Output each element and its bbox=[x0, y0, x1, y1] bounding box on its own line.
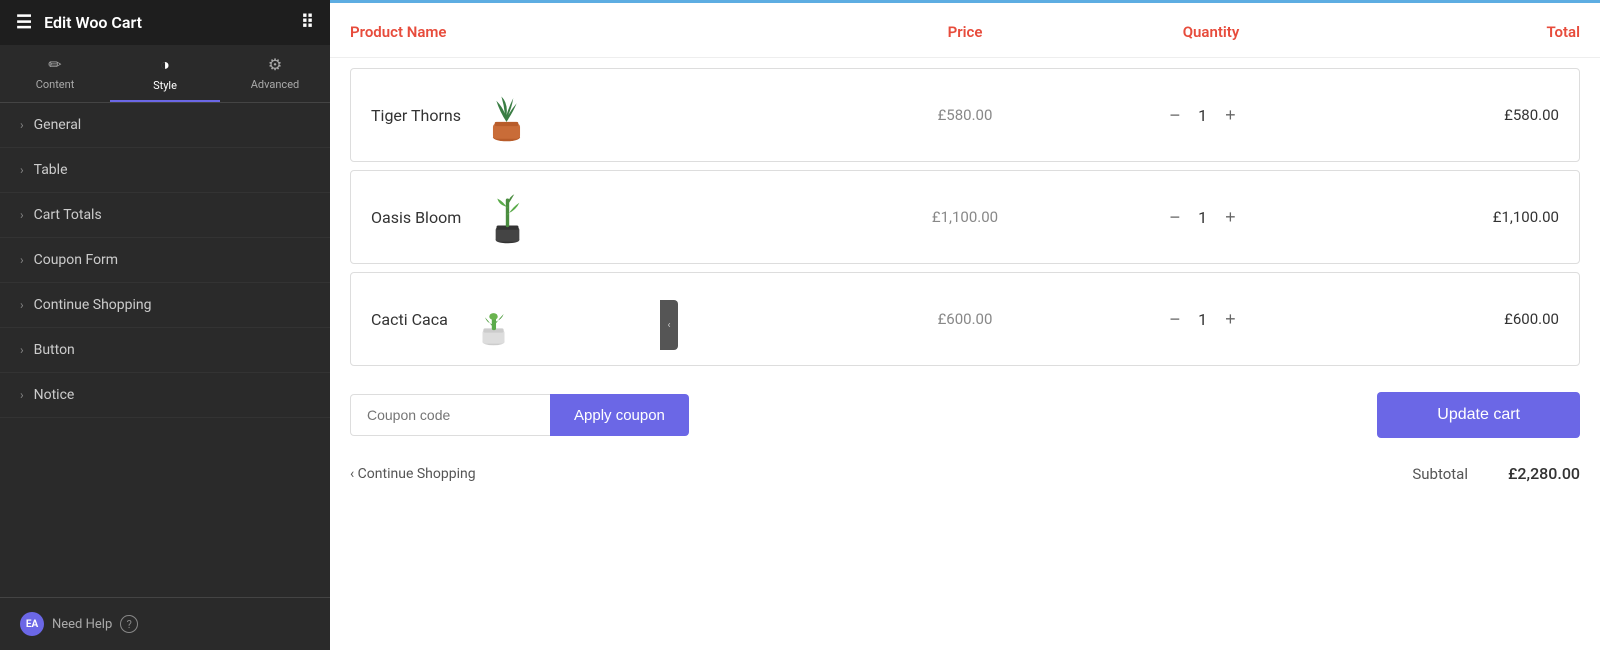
product-cell-3: Cacti Caca bbox=[371, 289, 846, 349]
sidebar-item-cart-totals[interactable]: › Cart Totals bbox=[0, 193, 330, 238]
subtotal-section: Subtotal £2,280.00 bbox=[1412, 464, 1580, 483]
sidebar-nav: › General › Table › Cart Totals › Coupon… bbox=[0, 103, 330, 597]
collapse-handle[interactable]: ‹ bbox=[660, 300, 678, 350]
col-header-total: Total bbox=[1334, 23, 1580, 41]
product-cell-2: Oasis Bloom bbox=[371, 187, 846, 247]
subtotal-value: £2,280.00 bbox=[1508, 464, 1580, 483]
hamburger-icon[interactable]: ☰ bbox=[16, 12, 32, 33]
sidebar: ☰ Edit Woo Cart ⠿ ✏ Content ◑ Style ⚙ Ad… bbox=[0, 0, 330, 650]
tab-advanced[interactable]: ⚙ Advanced bbox=[220, 45, 330, 102]
sidebar-item-coupon-form[interactable]: › Coupon Form bbox=[0, 238, 330, 283]
qty-value-2: 1 bbox=[1198, 208, 1207, 227]
qty-decrease-2[interactable]: − bbox=[1166, 206, 1185, 228]
cart-actions: Apply coupon Update cart bbox=[330, 376, 1600, 454]
total-cell-1: £580.00 bbox=[1321, 106, 1559, 124]
style-icon: ◑ bbox=[160, 55, 170, 75]
col-header-product-name: Product Name bbox=[350, 23, 842, 41]
grid-icon[interactable]: ⠿ bbox=[301, 12, 314, 33]
help-icon: ? bbox=[120, 615, 138, 633]
continue-shopping-link[interactable]: ‹ Continue Shopping bbox=[350, 466, 476, 482]
coupon-input[interactable] bbox=[350, 394, 550, 436]
col-header-quantity: Quantity bbox=[1088, 23, 1334, 41]
qty-increase-2[interactable]: + bbox=[1221, 206, 1240, 228]
tab-content[interactable]: ✏ Content bbox=[0, 45, 110, 102]
sidebar-item-general[interactable]: › General bbox=[0, 103, 330, 148]
qty-increase-1[interactable]: + bbox=[1221, 104, 1240, 126]
apply-coupon-button[interactable]: Apply coupon bbox=[550, 394, 689, 436]
price-cell-3: £600.00 bbox=[846, 310, 1084, 328]
chevron-right-icon: › bbox=[20, 118, 24, 132]
chevron-right-icon: › bbox=[20, 253, 24, 267]
qty-decrease-3[interactable]: − bbox=[1166, 308, 1185, 330]
chevron-right-icon: › bbox=[20, 343, 24, 357]
qty-cell-3: − 1 + bbox=[1084, 308, 1322, 330]
qty-decrease-1[interactable]: − bbox=[1166, 104, 1185, 126]
sidebar-footer[interactable]: EA Need Help ? bbox=[0, 597, 330, 650]
sidebar-item-notice[interactable]: › Notice bbox=[0, 373, 330, 418]
cart-rows: Tiger Thorns £580.00 − 1 + bbox=[330, 58, 1600, 376]
ea-badge: EA bbox=[20, 612, 44, 636]
table-row: Cacti Caca £600.00 bbox=[350, 272, 1580, 366]
price-cell-2: £1,100.00 bbox=[846, 208, 1084, 226]
chevron-right-icon: › bbox=[20, 388, 24, 402]
qty-value-1: 1 bbox=[1198, 106, 1207, 125]
advanced-icon: ⚙ bbox=[268, 55, 282, 74]
qty-increase-3[interactable]: + bbox=[1221, 308, 1240, 330]
price-cell-1: £580.00 bbox=[846, 106, 1084, 124]
product-name-2: Oasis Bloom bbox=[371, 208, 461, 227]
coupon-section: Apply coupon bbox=[350, 394, 689, 436]
product-image-2 bbox=[477, 187, 537, 247]
sidebar-item-button[interactable]: › Button bbox=[0, 328, 330, 373]
qty-cell-2: − 1 + bbox=[1084, 206, 1322, 228]
main-content: Product Name Price Quantity Total Tiger … bbox=[330, 0, 1600, 650]
tab-style[interactable]: ◑ Style bbox=[110, 45, 220, 102]
update-cart-button[interactable]: Update cart bbox=[1377, 392, 1580, 438]
content-icon: ✏ bbox=[48, 55, 61, 74]
qty-value-3: 1 bbox=[1198, 310, 1207, 329]
sidebar-item-continue-shopping[interactable]: › Continue Shopping bbox=[0, 283, 330, 328]
sidebar-header: ☰ Edit Woo Cart ⠿ bbox=[0, 0, 330, 45]
product-name-3: Cacti Caca bbox=[371, 310, 448, 329]
sidebar-tabs: ✏ Content ◑ Style ⚙ Advanced bbox=[0, 45, 330, 103]
subtotal-label: Subtotal bbox=[1412, 465, 1468, 483]
chevron-right-icon: › bbox=[20, 208, 24, 222]
product-cell-1: Tiger Thorns bbox=[371, 85, 846, 145]
product-image-3 bbox=[464, 289, 524, 349]
cart-bottom: ‹ Continue Shopping Subtotal £2,280.00 bbox=[330, 454, 1600, 493]
total-cell-2: £1,100.00 bbox=[1321, 208, 1559, 226]
sidebar-title: Edit Woo Cart bbox=[44, 13, 142, 32]
col-header-price: Price bbox=[842, 23, 1088, 41]
need-help-label: Need Help bbox=[52, 617, 112, 632]
table-row: Tiger Thorns £580.00 − 1 + bbox=[350, 68, 1580, 162]
table-row: Oasis Bloom £1,100.00 bbox=[350, 170, 1580, 264]
sidebar-item-table[interactable]: › Table bbox=[0, 148, 330, 193]
cart-table-header: Product Name Price Quantity Total bbox=[330, 3, 1600, 58]
qty-cell-1: − 1 + bbox=[1084, 104, 1322, 126]
chevron-right-icon: › bbox=[20, 163, 24, 177]
chevron-right-icon: › bbox=[20, 298, 24, 312]
product-image-1 bbox=[477, 85, 537, 145]
total-cell-3: £600.00 bbox=[1321, 310, 1559, 328]
product-name-1: Tiger Thorns bbox=[371, 106, 461, 125]
